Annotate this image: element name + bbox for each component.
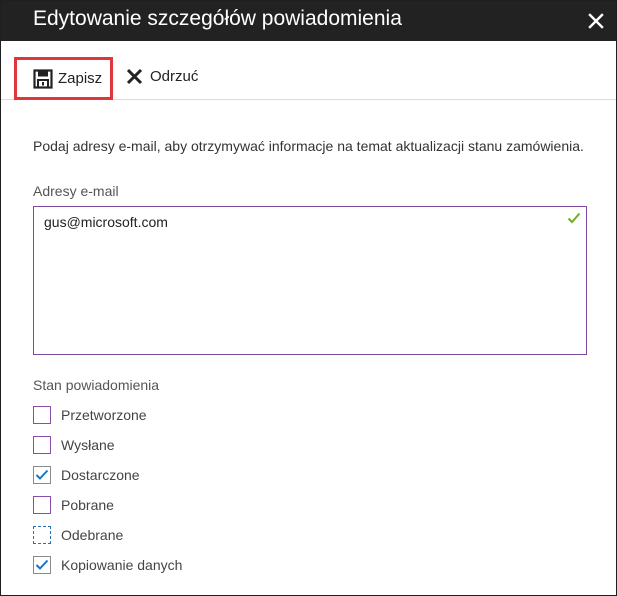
close-icon: [588, 13, 604, 29]
toolbar: Zapisz Odrzuć: [1, 41, 616, 100]
save-button[interactable]: Zapisz: [14, 57, 113, 100]
checkmark-icon: [35, 559, 49, 570]
checkbox[interactable]: [33, 526, 51, 544]
checkbox[interactable]: [33, 436, 51, 454]
checkbox[interactable]: [33, 496, 51, 514]
discard-icon: [126, 68, 143, 85]
checkbox-label: Przetworzone: [61, 407, 147, 423]
checkbox[interactable]: [33, 466, 51, 484]
checkbox-label: Kopiowanie danych: [61, 557, 183, 573]
status-checkbox-data-copying[interactable]: Kopiowanie danych: [33, 554, 182, 576]
status-checkbox-shipped[interactable]: Wysłane: [33, 434, 115, 456]
discard-button[interactable]: Odrzuć: [126, 68, 198, 85]
checkbox-label: Dostarczone: [61, 467, 140, 483]
email-label: Adresy e-mail: [33, 183, 119, 199]
status-checkbox-received[interactable]: Odebrane: [33, 524, 123, 546]
save-button-label: Zapisz: [58, 70, 103, 87]
checkbox[interactable]: [33, 556, 51, 574]
checkbox-label: Odebrane: [61, 527, 124, 543]
discard-button-label: Odrzuć: [150, 68, 199, 85]
notification-details-dialog: Edytowanie szczegółów powiadomienia Zapi…: [0, 0, 617, 596]
checkbox-label: Wysłane: [61, 437, 115, 453]
checkmark-icon: [35, 469, 49, 480]
valid-check-icon: [567, 212, 581, 224]
checkbox-label: Pobrane: [61, 497, 114, 513]
status-checkbox-delivered[interactable]: Dostarczone: [33, 464, 140, 486]
status-checkbox-picked-up[interactable]: Pobrane: [33, 494, 114, 516]
checkbox[interactable]: [33, 406, 51, 424]
dialog-titlebar: Edytowanie szczegółów powiadomienia: [1, 1, 616, 41]
instructions-text: Podaj adresy e-mail, aby otrzymywać info…: [33, 138, 584, 154]
save-icon: [33, 68, 53, 89]
notification-status-label: Stan powiadomienia: [33, 377, 160, 393]
dialog-title: Edytowanie szczegółów powiadomienia: [33, 7, 402, 30]
close-button[interactable]: [582, 7, 610, 35]
status-checkbox-processed[interactable]: Przetworzone: [33, 404, 147, 426]
email-addresses-input[interactable]: [33, 206, 587, 355]
